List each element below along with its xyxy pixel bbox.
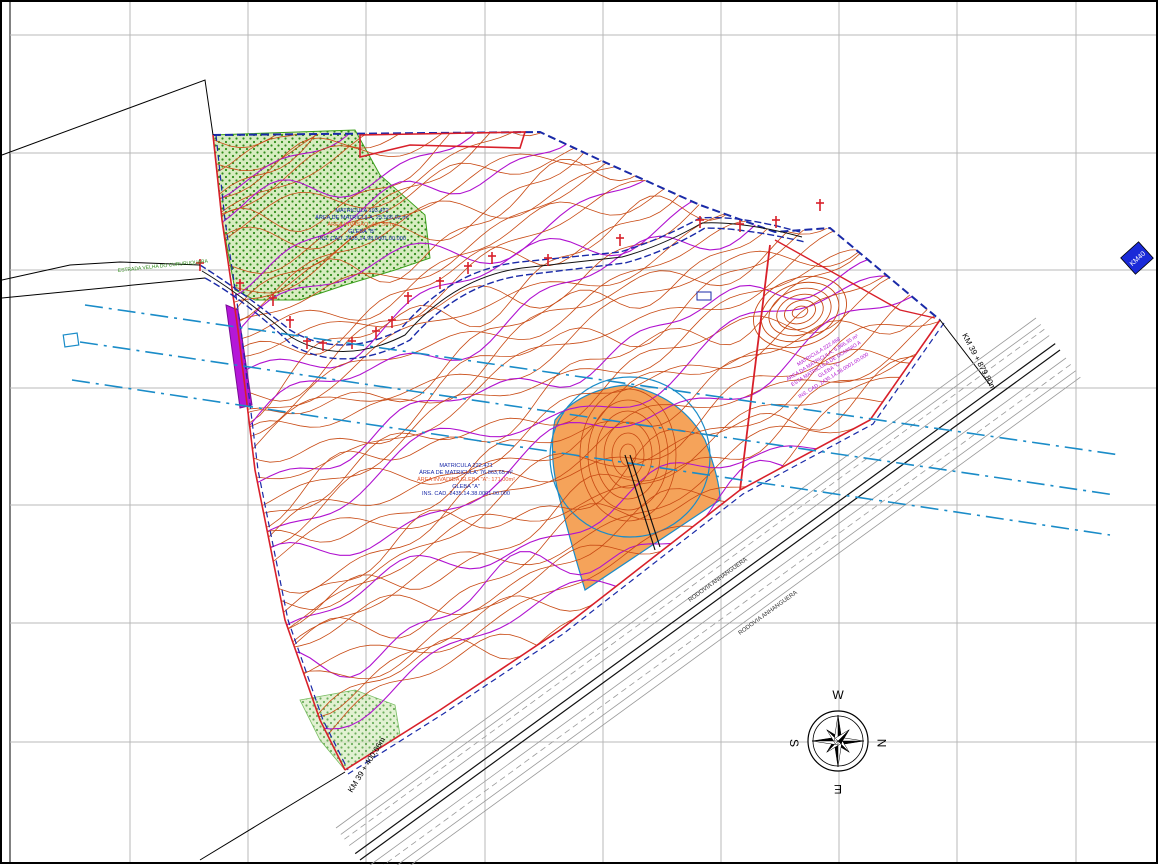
parcel-b-gleba: GLEBA "B" [348,229,376,235]
compass-north: N [875,739,889,748]
compass-west: W [832,688,844,702]
parcel-b-invasion: ÁREA INVASÃO: 407,56 m² [327,221,396,228]
parcel-a-gleba: GLEBA "A" [452,484,480,490]
topographic-survey-map: MATRICULA 193.472 ÁREA DE MATRICULA: 25.… [0,0,1158,865]
compass-east: E [834,782,842,796]
parcel-b-area: ÁREA DE MATRICULA: 25.566,62 m² [315,214,409,221]
parcel-b-cadastro: INS. CAD. 2435.14.98.0001.00.000 [318,236,406,242]
parcel-a-matricula: MATRICULA 222.471 [439,463,492,469]
parcel-a-invasion: ÁREA INVADIDA GLEBA "A": 171,00m² [417,476,515,483]
parcel-a-area: ÁREA DE MATRICULA: 76.863,65 m² [419,469,513,476]
parcel-a-cadastro: INS. CAD. 2435.14.38.0001.00.000 [422,491,510,497]
compass-south: S [787,739,801,747]
parcel-b-matricula: MATRICULA 193.472 [335,208,388,214]
